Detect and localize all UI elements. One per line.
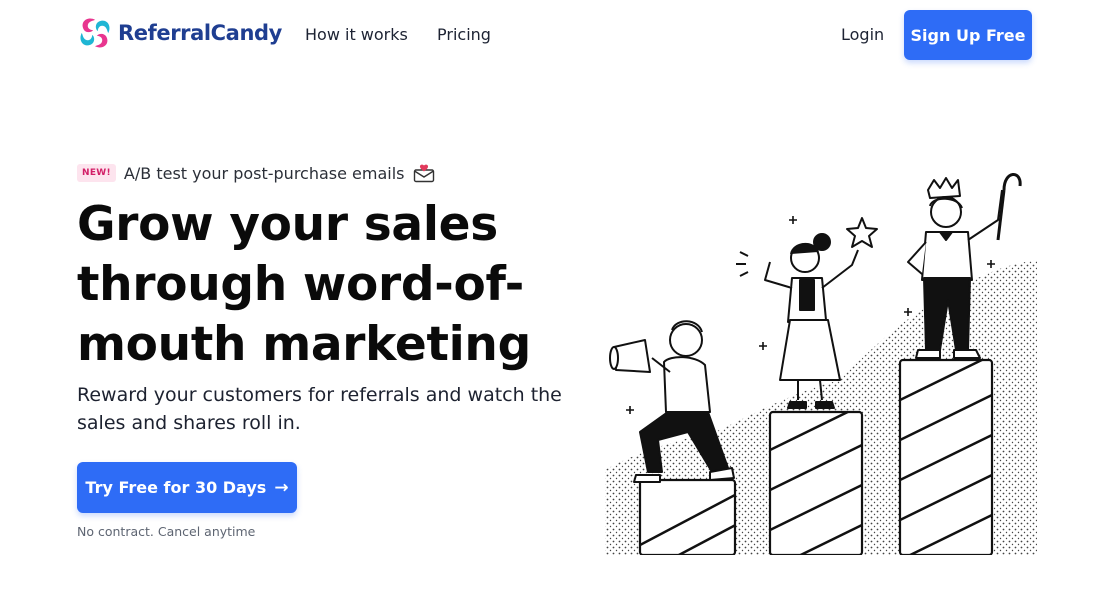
- login-link[interactable]: Login: [841, 25, 884, 44]
- hero-illustration: [605, 173, 1037, 555]
- podium-medium: [768, 410, 864, 555]
- announcement-text[interactable]: A/B test your post-purchase emails: [124, 164, 405, 183]
- nav-pricing[interactable]: Pricing: [437, 25, 491, 44]
- nav-how-it-works[interactable]: How it works: [305, 25, 408, 44]
- try-free-label: Try Free for 30 Days: [85, 478, 267, 497]
- new-badge: NEW!: [77, 164, 116, 182]
- podium-tall: [898, 358, 994, 555]
- logo-mark-icon: [80, 18, 110, 48]
- hero-title: Grow your sales through word-of-mouth ma…: [77, 197, 531, 372]
- arrow-right-icon: →: [274, 477, 289, 498]
- try-free-button[interactable]: Try Free for 30 Days →: [77, 462, 297, 513]
- podium-small: [638, 478, 737, 555]
- site-header: ReferralCandy How it works Pricing Login…: [0, 0, 1120, 70]
- envelope-heart-icon: [413, 164, 434, 183]
- sign-up-button[interactable]: Sign Up Free: [904, 10, 1032, 60]
- cta-note: No contract. Cancel anytime: [77, 524, 256, 539]
- announcement-bar[interactable]: NEW! A/B test your post-purchase emails: [77, 163, 435, 183]
- logo-text: ReferralCandy: [118, 21, 282, 45]
- hero-subtitle: Reward your customers for referrals and …: [77, 384, 562, 434]
- logo[interactable]: ReferralCandy: [76, 14, 282, 52]
